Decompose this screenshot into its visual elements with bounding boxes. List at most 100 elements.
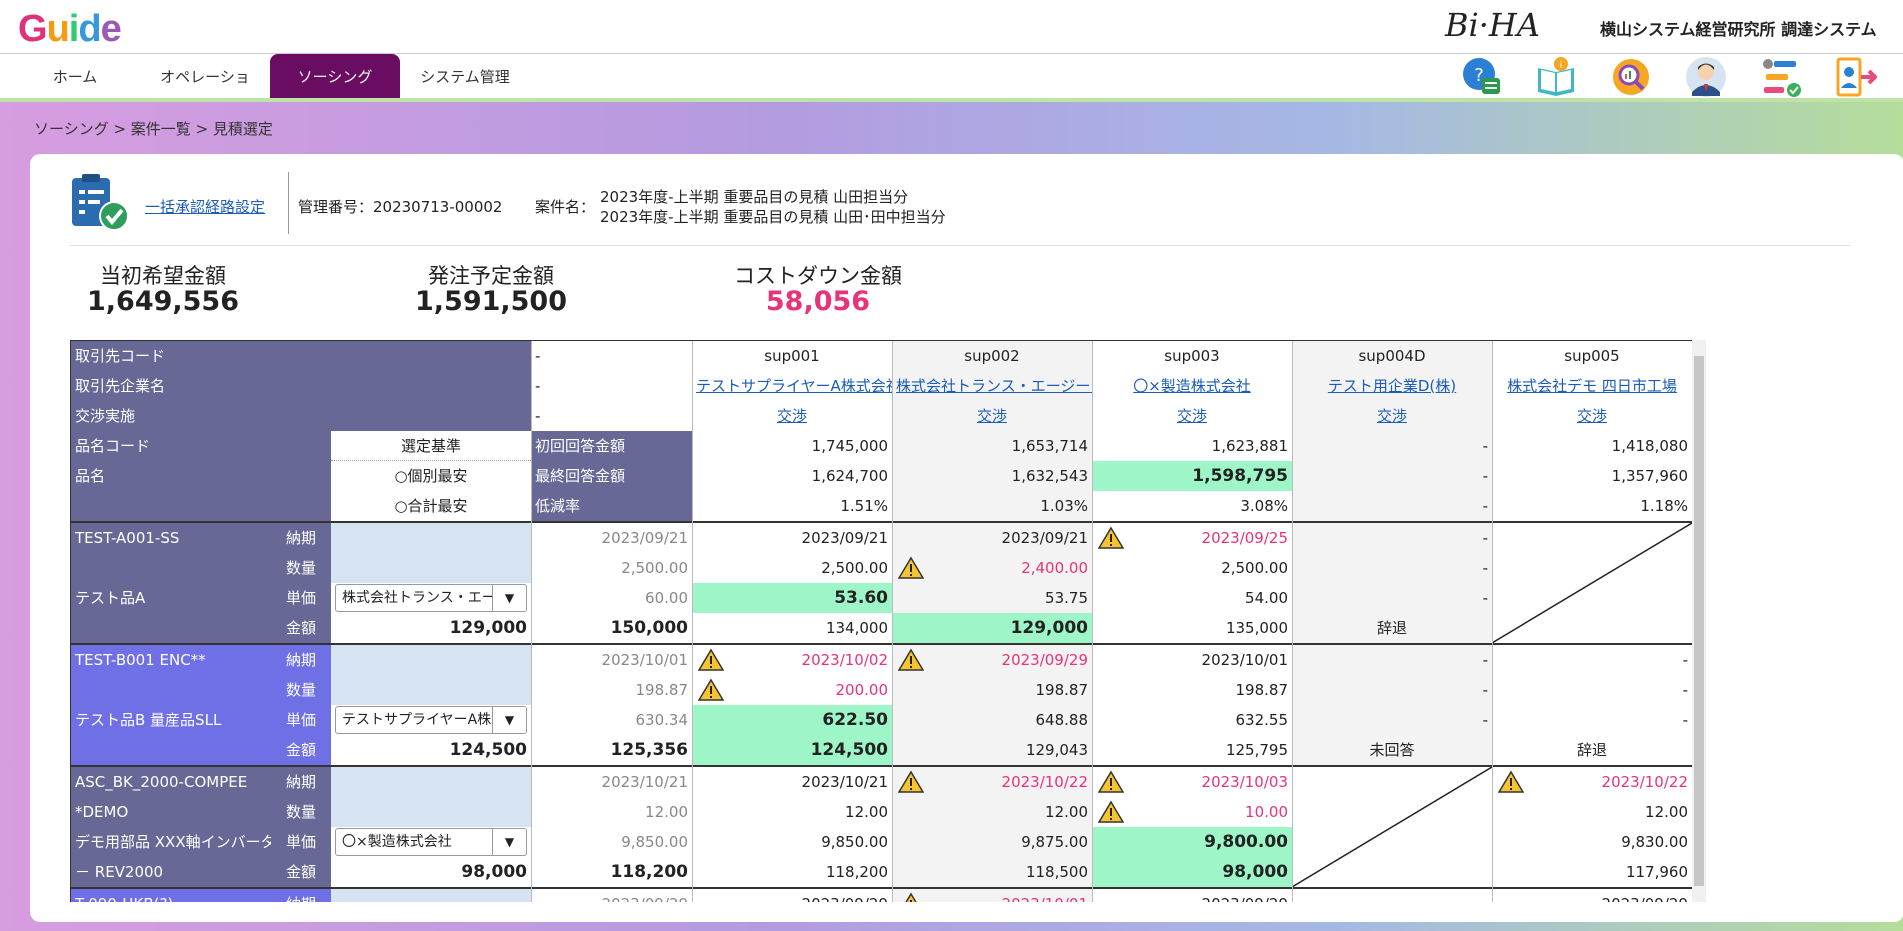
row-label-amt: 金額 [271, 613, 331, 643]
approval-clipboard-icon [72, 174, 129, 231]
selected-amount: 98,000 [461, 862, 527, 882]
radio-total-lowest[interactable]: ○合計最安 [331, 491, 531, 521]
supplier-value-unit: 632.55 [1235, 711, 1289, 729]
negotiate-link[interactable]: 交渉 [1292, 401, 1492, 431]
case-name-label: 案件名： [535, 198, 596, 216]
supplier-value-unit: - [1292, 705, 1492, 735]
supplier-value-due: - [1292, 645, 1492, 675]
supplier-value-due: - [1292, 523, 1492, 553]
cost-down-value: 58,056 [765, 286, 871, 317]
item-code: TEST-B001 ENC** [71, 645, 271, 675]
scrollbar-thumb[interactable] [1694, 356, 1704, 886]
divider [288, 172, 289, 234]
supplier-due: 2023/09/29 [1492, 889, 1692, 902]
selected-supplier-area [331, 523, 531, 583]
reduction-rate-header: 低減率 [531, 491, 692, 521]
supplier-name-link[interactable]: 株式会社デモ 四日市工場 [1492, 371, 1692, 401]
negotiate-link[interactable]: 交渉 [1492, 401, 1692, 431]
target-value-qty: 12.00 [645, 803, 688, 821]
app-header: Guide Bi·HA 横山システム経営研究所 調達システム [0, 0, 1903, 54]
target-value-unit: 9,850.00 [621, 833, 688, 851]
selected-supplier-select[interactable]: 〇×製造株式会社 ▼ [335, 828, 527, 856]
radio-individual-lowest[interactable]: ○個別最安 [331, 461, 531, 491]
tab-home[interactable]: ホーム [45, 54, 105, 98]
warning-icon [698, 648, 724, 671]
row-label-due: 納期 [271, 645, 331, 675]
supplier-name-link[interactable]: 〇×製造株式会社 [1092, 371, 1292, 401]
item-code: TEST-A001-SS [71, 523, 271, 553]
target-value-amt: 118,200 [610, 862, 688, 882]
selected-supplier-select[interactable]: 株式会社トランス・エー ▼ [335, 584, 527, 612]
chevron-down-icon[interactable]: ▼ [492, 585, 526, 611]
first-answer-header: 初回回答金額 [531, 431, 692, 461]
header-divider [70, 245, 1850, 246]
logout-icon[interactable] [1835, 56, 1877, 98]
supplier-name-link[interactable]: テスト用企業D(株) [1292, 371, 1492, 401]
workflow-settings-icon[interactable] [1760, 56, 1802, 98]
help-chat-icon[interactable]: ? [1460, 56, 1502, 98]
supplier-due: 2023/09/29 [692, 889, 892, 902]
selected-supplier-select[interactable]: テストサプライヤーA株式 ▼ [335, 706, 527, 734]
selected-supplier-value: 株式会社トランス・エー [342, 590, 496, 606]
tab-system-admin[interactable]: システム管理 [420, 54, 510, 98]
item-code-cont: *DEMO [71, 797, 271, 827]
user-profile-icon[interactable] [1685, 56, 1727, 98]
supplier-value-amt: 117,960 [1625, 863, 1688, 881]
target-value-unit: 630.34 [635, 711, 689, 729]
row-label-due: 納期 [271, 889, 331, 902]
supplier-value-unit: 9,800.00 [1092, 827, 1292, 857]
supplier-name-link[interactable]: テストサプライヤーA株式会社 [692, 371, 892, 401]
reduction-rate: 1.51% [840, 497, 888, 515]
negotiate-link[interactable]: 交渉 [1092, 401, 1292, 431]
supplier-value-due: - [1682, 651, 1688, 669]
target-due: 2023/09/29 [531, 889, 692, 902]
biz-ha-logo: Bi·HA [1445, 6, 1540, 44]
warning-icon [898, 770, 924, 793]
supplier-value-qty: 12.00 [1645, 803, 1688, 821]
supplier-name-link[interactable]: 株式会社トランス・エージー… [892, 371, 1092, 401]
item-name: テスト品A [71, 583, 271, 613]
item-name-filler [71, 735, 271, 765]
warning-icon [698, 678, 724, 701]
target-value-amt: 150,000 [610, 618, 688, 638]
guide-logo[interactable]: Guide [18, 8, 122, 51]
svg-text:i: i [1560, 60, 1563, 71]
tab-operation[interactable]: オペレーション [155, 54, 255, 132]
supplier-value-unit: 53.60 [692, 583, 892, 613]
supplier-value-amt: 125,795 [1225, 741, 1288, 759]
final-answer-amount: - [1292, 461, 1492, 491]
supplier-value-unit: 9,830.00 [1621, 833, 1688, 851]
row-label-amt: 金額 [271, 735, 331, 765]
chevron-down-icon[interactable]: ▼ [492, 829, 526, 855]
target-value-amt: 125,356 [610, 740, 688, 760]
chevron-down-icon[interactable]: ▼ [492, 707, 526, 733]
selected-supplier-area [331, 645, 531, 705]
tab-sourcing[interactable]: ソーシング [270, 54, 400, 98]
reduction-rate: 3.08% [1240, 497, 1288, 515]
row-label-unit: 単価 [271, 583, 331, 613]
supplier-due: 2023/09/29 [1092, 889, 1292, 902]
negotiate-link[interactable]: 交渉 [892, 401, 1092, 431]
warning-icon [1098, 526, 1124, 549]
bulk-approval-route-link[interactable]: 一括承認経路設定 [145, 196, 265, 217]
selected-amount: 129,000 [449, 618, 527, 638]
quote-comparison-grid: 取引先コード 取引先企業名 交渉実施 - - - sup001 テストサプライヤーA株式会社交… [70, 340, 1692, 902]
target-value-unit: 60.00 [645, 589, 688, 607]
manual-book-icon[interactable]: i [1535, 56, 1577, 98]
row-label-unit: 単価 [271, 705, 331, 735]
col-divider [1092, 341, 1093, 902]
first-answer-amount: 1,653,714 [892, 431, 1092, 461]
system-title: 横山システム経営研究所 調達システム [1600, 20, 1877, 39]
selected-supplier-area [331, 889, 531, 902]
supplier-value-unit: 622.50 [692, 705, 892, 735]
supplier-code: sup005 [1564, 347, 1620, 365]
warning-icon [1098, 770, 1124, 793]
supplier-value-amt: 134,000 [825, 619, 888, 637]
col-divider [892, 341, 893, 902]
item-name-cont: － REV2000 [71, 857, 271, 887]
item-name: テスト品B 量産品SLL [71, 705, 271, 735]
supplier-value-due: 2023/10/01 [1201, 651, 1288, 669]
negotiate-link[interactable]: 交渉 [692, 401, 892, 431]
first-answer-amount: 1,623,881 [1211, 437, 1288, 455]
search-analytics-icon[interactable] [1610, 56, 1652, 98]
